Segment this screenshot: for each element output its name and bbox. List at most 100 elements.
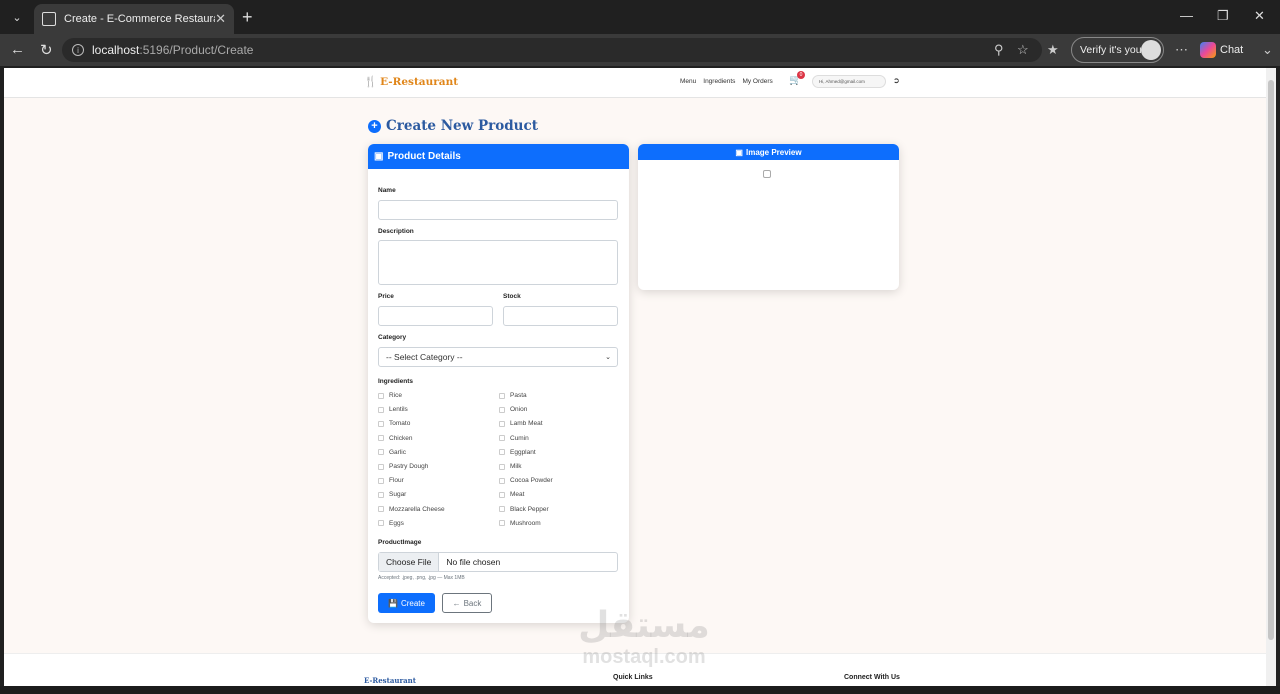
new-tab-icon[interactable]: + [242,7,253,28]
window-close-icon[interactable]: ✕ [1254,8,1265,24]
ingredient-option[interactable]: Lentils [378,406,408,413]
ingredient-checkbox[interactable] [378,420,384,427]
minimize-icon[interactable]: — [1180,8,1193,23]
ingredient-checkbox[interactable] [378,506,384,513]
name-input[interactable] [378,200,618,220]
zoom-icon[interactable]: ⚲ [994,42,1004,58]
ingredient-checkbox[interactable] [499,506,505,513]
chevron-down-icon: ⌄ [605,354,611,361]
ingredient-label: Rice [389,392,403,399]
arrow-left-icon: ← [452,598,461,608]
nav-menu-link[interactable]: Menu [680,78,696,85]
image-preview-card: ▣ Image Preview [638,144,899,290]
ingredient-checkbox[interactable] [499,449,505,456]
choose-file-button[interactable]: Choose File [379,553,440,571]
image-preview-title: Image Preview [745,147,802,157]
product-image-file-input[interactable]: Choose File No file chosen [378,552,618,572]
more-menu-icon[interactable]: ⋯ [1175,42,1188,58]
verify-profile-button[interactable]: Verify it's you [1071,37,1164,63]
create-button[interactable]: 💾 Create [378,593,435,613]
copilot-icon [1200,42,1216,58]
category-select[interactable]: -- Select Category -- ⌄ [378,347,618,367]
ingredient-checkbox[interactable] [378,463,384,470]
ingredient-option[interactable]: Black Pepper [499,506,549,513]
ingredient-option[interactable]: Flour [378,477,404,484]
stock-input[interactable] [503,306,618,326]
ingredient-option[interactable]: Lamb Meat [499,420,543,427]
browser-toolbar: ← ↻ i localhost :5196/Product/Create ⚲ ☆… [0,34,1280,66]
ingredient-checkbox[interactable] [499,491,505,498]
nav-ingredients-link[interactable]: Ingredients [703,78,735,85]
ingredient-option[interactable]: Mushroom [499,520,541,527]
ingredient-label: Milk [510,463,522,470]
ingredient-checkbox[interactable] [378,477,384,484]
ingredient-option[interactable]: Cocoa Powder [499,477,553,484]
description-label: Description [378,228,414,235]
ingredient-option[interactable]: Garlic [378,449,406,456]
ingredient-checkbox[interactable] [378,392,384,399]
ingredient-option[interactable]: Eggplant [499,449,536,456]
ingredient-option[interactable]: Mozzarella Cheese [378,506,445,513]
browser-tab[interactable]: Create - E-Commerce Restaurant ✕ [34,4,234,34]
ingredient-option[interactable]: Tomato [378,420,410,427]
ingredient-checkbox[interactable] [378,449,384,456]
ingredient-checkbox[interactable] [499,463,505,470]
tab-list-chevron-icon[interactable]: ⌄ [6,6,28,28]
ingredient-label: Pasta [510,392,527,399]
ingredient-checkbox[interactable] [378,520,384,527]
ingredient-checkbox[interactable] [378,406,384,413]
tab-close-icon[interactable]: ✕ [215,11,226,27]
ingredient-option[interactable]: Pasta [499,392,527,399]
site-brand[interactable]: 🍴 E-Restaurant [364,75,458,89]
tab-title: Create - E-Commerce Restaurant [64,13,216,25]
product-details-card: ▣ Product Details Name Description Price… [368,144,629,623]
nav-orders-link[interactable]: My Orders [742,78,772,85]
ingredient-option[interactable]: Onion [499,406,527,413]
ingredient-option[interactable]: Cumin [499,435,529,442]
ingredient-checkbox[interactable] [499,420,505,427]
ingredient-checkbox[interactable] [499,435,505,442]
ingredient-checkbox[interactable] [499,392,505,399]
save-icon: 💾 [388,598,398,608]
scrollbar-thumb[interactable] [1268,80,1274,640]
name-label: Name [378,187,396,194]
address-input[interactable]: i localhost :5196/Product/Create [62,38,1042,62]
ingredient-checkbox[interactable] [499,477,505,484]
restore-icon[interactable]: ❐ [1217,8,1229,24]
category-selected: -- Select Category -- [386,352,463,362]
user-greeting[interactable]: Hi, Ahmed@gmail.com [812,75,886,88]
ingredient-checkbox[interactable] [378,435,384,442]
back-button[interactable]: ← Back [442,593,492,613]
ingredient-label: Pastry Dough [389,463,429,470]
ingredient-option[interactable]: Sugar [378,491,406,498]
description-textarea[interactable] [378,240,618,285]
ingredient-option[interactable]: Pastry Dough [378,463,428,470]
page-scrollbar[interactable] [1266,68,1276,694]
ingredient-option[interactable]: Meat [499,491,524,498]
ingredient-option[interactable]: Rice [378,392,402,399]
cart-count-badge: 0 [797,71,805,79]
box-icon: ▣ [374,151,384,162]
file-status: No file chosen [446,557,501,567]
favorites-icon[interactable]: ★ [1047,42,1059,58]
ingredient-label: Eggplant [510,448,536,456]
ingredient-option[interactable]: Chicken [378,435,412,442]
watermark-latin: mostaql.com [582,646,706,668]
site-info-icon[interactable]: i [72,44,84,56]
favorite-star-icon[interactable]: ☆ [1017,42,1029,58]
ingredient-option[interactable]: Eggs [378,520,404,527]
ingredient-checkbox[interactable] [499,520,505,527]
ingredients-label: Ingredients [378,378,414,385]
back-arrow-icon[interactable]: ← [10,41,25,58]
price-input[interactable] [378,306,493,326]
chat-chevron-icon[interactable]: ⌄ [1262,42,1273,58]
browser-tabbar: ⌄ Create - E-Commerce Restaurant ✕ + — ❐… [0,0,1280,34]
chat-label: Chat [1220,44,1244,56]
ingredient-option[interactable]: Milk [499,463,522,470]
copilot-chat-button[interactable]: Chat [1200,42,1243,58]
ingredient-checkbox[interactable] [499,406,505,413]
ingredient-checkbox[interactable] [378,491,384,498]
logout-icon[interactable]: ➲ [893,76,900,85]
footer-brand: E-Restaurant [364,676,416,685]
reload-icon[interactable]: ↻ [40,41,53,59]
